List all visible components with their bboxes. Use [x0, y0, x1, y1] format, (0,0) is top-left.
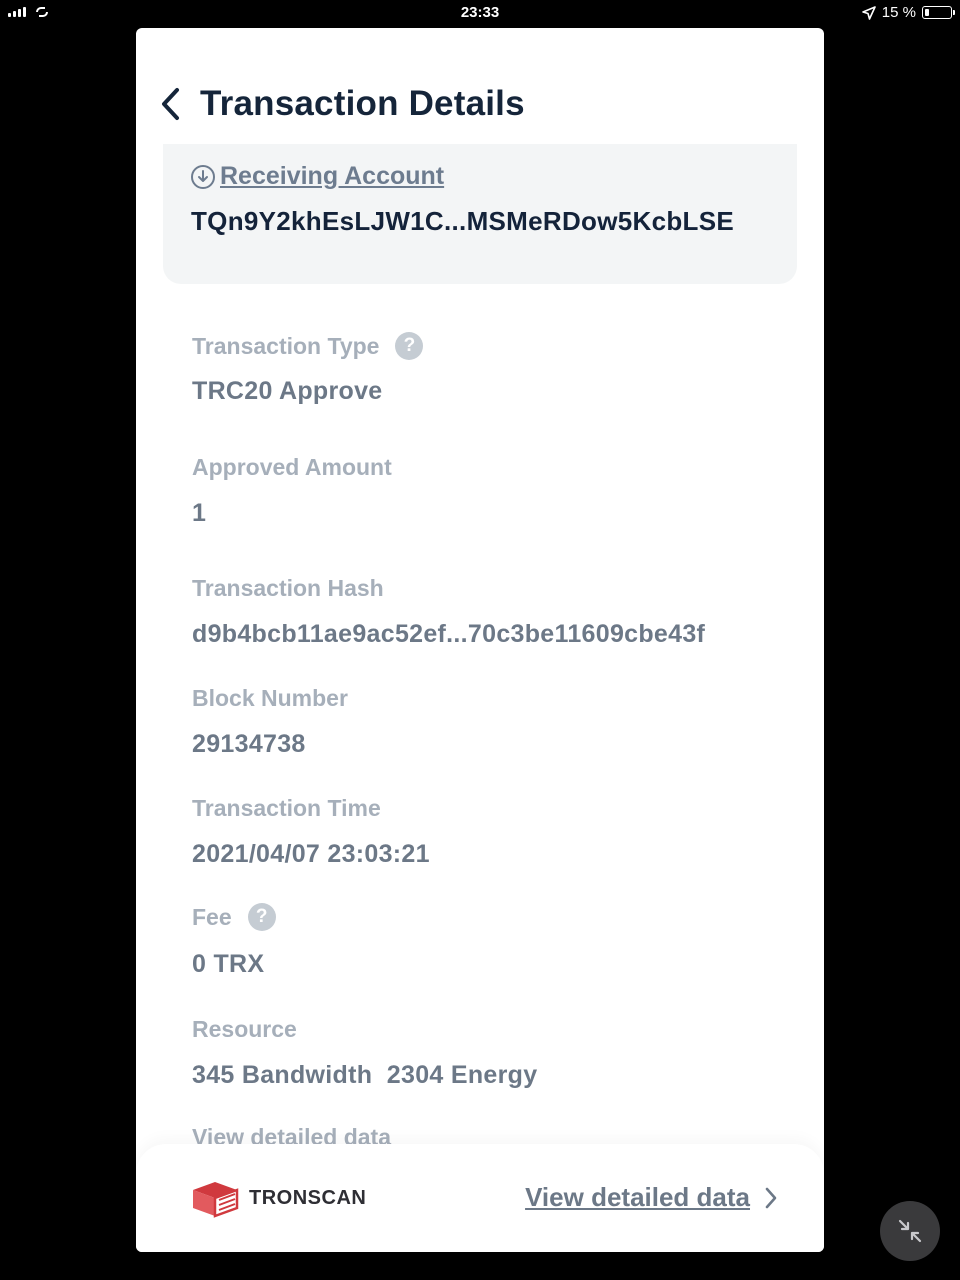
help-icon[interactable]: ?: [247, 903, 276, 931]
view-detailed-data-link[interactable]: View detailed data: [525, 1182, 778, 1213]
status-right: 15 %: [861, 4, 955, 21]
field-label-text: Transaction Hash: [192, 575, 384, 601]
receiving-account-label[interactable]: Receiving Account: [220, 162, 444, 191]
tronscan-logo: TRONSCAN: [189, 1178, 366, 1218]
header: Transaction Details: [136, 76, 824, 136]
transaction-card: Transaction Details Receiving Account TQ…: [136, 28, 824, 1252]
field-value-approved-amount: 1: [192, 499, 207, 527]
tronscan-logo-text: TRONSCAN: [249, 1186, 367, 1209]
field-value-transaction-hash[interactable]: d9b4bcb11ae9ac52ef...70c3be11609cbe43f: [192, 620, 705, 649]
help-icon[interactable]: ?: [395, 332, 424, 360]
field-label-transaction-time: Transaction Time: [192, 795, 381, 822]
receiving-account-address: TQn9Y2khEsLJW1C...MSMeRDow5KcbLSE: [191, 206, 735, 236]
download-circle-icon: [191, 164, 215, 189]
minimize-arrows-icon: [898, 1219, 922, 1243]
chevron-left-icon: [162, 88, 179, 120]
field-value-transaction-type: TRC20 Approve: [192, 377, 383, 405]
tronscan-logo-icon: [193, 1182, 239, 1218]
footer-bar: TRONSCAN View detailed data: [136, 1144, 824, 1252]
status-time: 23:33: [460, 4, 500, 21]
collapse-window-button[interactable]: [880, 1201, 940, 1261]
location-arrow-icon: [861, 5, 876, 20]
receiving-account-box: Receiving Account TQn9Y2khEsLJW1C...MSMe…: [163, 144, 797, 284]
view-detailed-data-label[interactable]: View detailed data: [525, 1182, 750, 1213]
field-label-text: Transaction Time: [192, 795, 381, 821]
field-label-approved-amount: Approved Amount: [192, 454, 392, 481]
field-label-text: Block Number: [192, 685, 348, 711]
receiving-account-label-row[interactable]: Receiving Account: [190, 162, 444, 191]
status-bar: 23:33 15 %: [0, 0, 960, 26]
field-value-block-number: 29134738: [192, 730, 306, 758]
field-label-resource: Resource: [192, 1016, 297, 1043]
battery-icon: [922, 6, 955, 19]
field-label-fee: Fee ?: [192, 903, 276, 931]
field-value-resource: 345 Bandwidth 2304 Energy: [192, 1061, 538, 1089]
page-title: Transaction Details: [200, 84, 525, 123]
field-value-transaction-time: 2021/04/07 23:03:21: [192, 840, 430, 868]
field-label-transaction-type: Transaction Type ?: [192, 332, 424, 360]
field-value-fee: 0 TRX: [192, 950, 265, 978]
battery-percent: 15 %: [881, 4, 916, 21]
field-label-text: Fee: [192, 903, 232, 930]
back-button[interactable]: [150, 84, 190, 124]
field-label-block-number: Block Number: [192, 685, 348, 712]
field-label-transaction-hash: Transaction Hash: [192, 575, 384, 602]
field-label-text: Transaction Type: [192, 332, 380, 359]
chevron-right-icon: [765, 1187, 777, 1208]
field-label-text: Approved Amount: [192, 454, 392, 480]
field-label-text: Resource: [192, 1016, 297, 1042]
